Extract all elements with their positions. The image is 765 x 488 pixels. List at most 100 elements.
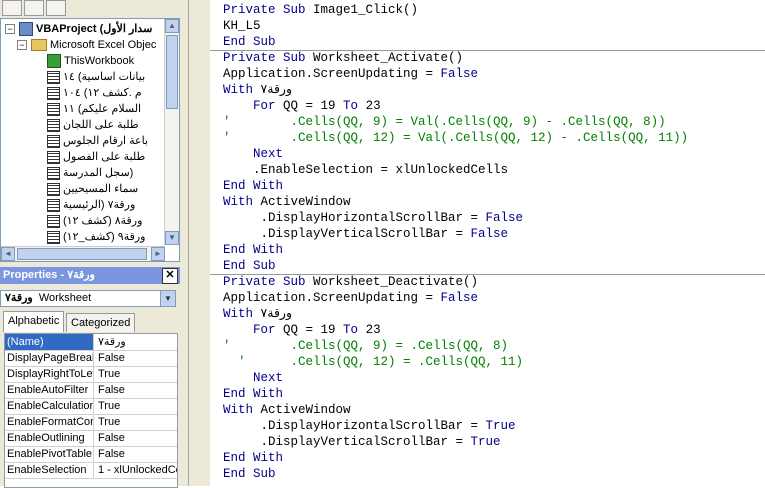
property-value[interactable]: False (95, 382, 177, 398)
properties-title-bar: Properties - ورقة٧ ✕ (0, 267, 180, 284)
tab-alphabetic[interactable]: Alphabetic (3, 311, 65, 332)
tab-categorized[interactable]: Categorized (66, 313, 136, 332)
property-name: DisplayRightToLef (7, 366, 94, 382)
code-line[interactable]: Application.ScreenUpdating = False (223, 66, 478, 82)
tree-horizontal-scrollbar[interactable]: ◄ ► (1, 246, 165, 261)
code-text: .DisplayHorizontalScrollBar = (223, 211, 486, 225)
code-line[interactable]: ' .Cells(QQ, 9) = .Cells(QQ, 8) (223, 338, 508, 354)
tree-item[interactable]: م .كشف ١٢) ١٠٤ (47, 85, 142, 101)
code-text: QQ = 19 (275, 323, 344, 337)
tree-item-label: طلبة على اللجان (63, 119, 139, 131)
tree-item[interactable]: سماء المسيحيين (47, 181, 138, 197)
scroll-thumb[interactable] (17, 248, 147, 260)
code-text: ورقة٧ (253, 307, 292, 321)
code-line[interactable]: End Sub (223, 258, 276, 274)
code-line[interactable]: Next (223, 370, 283, 386)
property-value[interactable]: False (95, 446, 177, 462)
code-line[interactable]: .DisplayVerticalScrollBar = False (223, 226, 509, 242)
property-row[interactable]: EnableFormatCon True (5, 414, 177, 431)
property-row[interactable]: DisplayPageBreak False (5, 350, 177, 367)
property-row[interactable]: EnableCalculation True (5, 398, 177, 415)
view-code-button[interactable] (2, 0, 22, 16)
code-line[interactable]: Private Sub Image1_Click() (223, 2, 418, 18)
code-line[interactable]: .DisplayVerticalScrollBar = True (223, 434, 501, 450)
tree-item[interactable]: طلبة على اللجان (47, 117, 139, 133)
property-value[interactable]: 1 - xlUnlockedCe (95, 462, 177, 478)
code-line[interactable]: ' .Cells(QQ, 9) = Val(.Cells(QQ, 9) - .C… (223, 114, 666, 130)
object-selector[interactable]: ورقة٧ Worksheet ▼ (0, 290, 176, 307)
property-row[interactable]: EnableAutoFilter False (5, 382, 177, 399)
property-value[interactable]: False (95, 350, 177, 366)
code-text: 23 (358, 99, 381, 113)
scroll-right-icon[interactable]: ► (151, 247, 165, 261)
tree-item-label: ورقة٩ (كشف_١٢) (63, 231, 146, 243)
code-line[interactable]: With ورقة٧ (223, 82, 292, 98)
property-row[interactable]: EnableSelection 1 - xlUnlockedCe (5, 462, 177, 479)
code-text: QQ = 19 (275, 99, 344, 113)
tree-item[interactable]: باعة ارقام الجلوس (47, 133, 148, 149)
code-line[interactable]: For QQ = 19 To 23 (223, 98, 381, 114)
code-line[interactable]: With ActiveWindow (223, 402, 351, 418)
code-text: ورقة٧ (253, 83, 292, 97)
scroll-down-icon[interactable]: ▼ (165, 231, 179, 245)
code-line[interactable]: End With (223, 450, 283, 466)
property-row[interactable]: EnablePivotTable False (5, 446, 177, 463)
toggle-folders-button[interactable] (46, 0, 66, 16)
code-editor[interactable]: Private Sub Image1_Click() KH_L5 End Sub Pr… (210, 0, 765, 486)
tree-item[interactable]: ThisWorkbook (47, 53, 134, 69)
code-keyword: End With (223, 451, 284, 465)
tree-item[interactable]: سجل المدرسة) (47, 165, 133, 181)
code-line[interactable]: .EnableSelection = xlUnlockedCells (223, 162, 508, 178)
tree-item[interactable]: ورقة٨ (كشف ١٢) (47, 213, 142, 229)
tree-vertical-scrollbar[interactable]: ▲ ▼ (164, 19, 179, 245)
code-line[interactable]: With ActiveWindow (223, 194, 351, 210)
code-line[interactable]: Next (223, 146, 283, 162)
tree-folder-node[interactable]: − Microsoft Excel Objec (15, 37, 156, 53)
property-value[interactable]: ورقة٧ (95, 334, 177, 350)
code-line[interactable]: End With (223, 242, 283, 258)
tree-item[interactable]: ورقة٩ (كشف_١٢) (47, 229, 145, 245)
code-line[interactable]: End With (223, 386, 283, 402)
tree-item[interactable]: ورقة٧ (الرئيسية (47, 197, 135, 213)
property-row[interactable]: DisplayRightToLef True (5, 366, 177, 383)
code-line[interactable]: KH_L5 (223, 18, 261, 34)
pane-splitter[interactable] (188, 0, 211, 486)
code-comment: ' .Cells(QQ, 12) = .Cells(QQ, 11) (223, 355, 524, 369)
tree-item[interactable]: بيانات اساسية) ١٤ (47, 69, 145, 85)
code-line[interactable]: Application.ScreenUpdating = False (223, 290, 478, 306)
code-line[interactable]: With ورقة٧ (223, 306, 292, 322)
code-line[interactable]: .DisplayHorizontalScrollBar = False (223, 210, 524, 226)
code-text: .EnableSelection = xlUnlockedCells (223, 163, 509, 177)
collapse-icon[interactable]: − (5, 24, 15, 34)
chevron-down-icon[interactable]: ▼ (160, 291, 175, 306)
scroll-thumb[interactable] (166, 35, 178, 109)
worksheet-icon (47, 198, 60, 212)
scroll-up-icon[interactable]: ▲ (165, 19, 179, 33)
property-value[interactable]: True (95, 398, 177, 414)
property-value[interactable]: True (95, 366, 177, 382)
code-line[interactable]: .DisplayHorizontalScrollBar = True (223, 418, 516, 434)
property-row[interactable]: (Name) ورقة٧ (5, 334, 177, 351)
code-line[interactable]: ' .Cells(QQ, 12) = Val(.Cells(QQ, 12) - … (223, 130, 688, 146)
property-value[interactable]: True (95, 414, 177, 430)
view-object-button[interactable] (24, 0, 44, 16)
code-line[interactable]: Private Sub Worksheet_Deactivate() (223, 274, 478, 290)
code-line[interactable]: Private Sub Worksheet_Activate() (223, 50, 463, 66)
property-row[interactable]: EnableOutlining False (5, 430, 177, 447)
code-line[interactable]: For QQ = 19 To 23 (223, 322, 381, 338)
code-line[interactable]: ' .Cells(QQ, 12) = .Cells(QQ, 11) (223, 354, 523, 370)
scroll-left-icon[interactable]: ◄ (1, 247, 15, 261)
tree-item[interactable]: السلام عليكم) ١١ (47, 101, 141, 117)
code-line[interactable]: End With (223, 178, 283, 194)
tree-item[interactable]: طلبة على الفصول (47, 149, 145, 165)
vba-project-icon (19, 22, 33, 37)
tree-project-node[interactable]: − VBAProject (سدار الأول (3, 21, 152, 37)
collapse-icon[interactable]: − (17, 40, 27, 50)
code-text: Application.ScreenUpdating = (223, 291, 441, 305)
code-line[interactable]: End Sub (223, 466, 276, 482)
code-line[interactable]: End Sub (223, 34, 276, 50)
property-value[interactable]: False (95, 430, 177, 446)
code-keyword: Private Sub (223, 3, 306, 17)
code-keyword: End Sub (223, 35, 276, 49)
close-icon[interactable]: ✕ (162, 268, 178, 284)
